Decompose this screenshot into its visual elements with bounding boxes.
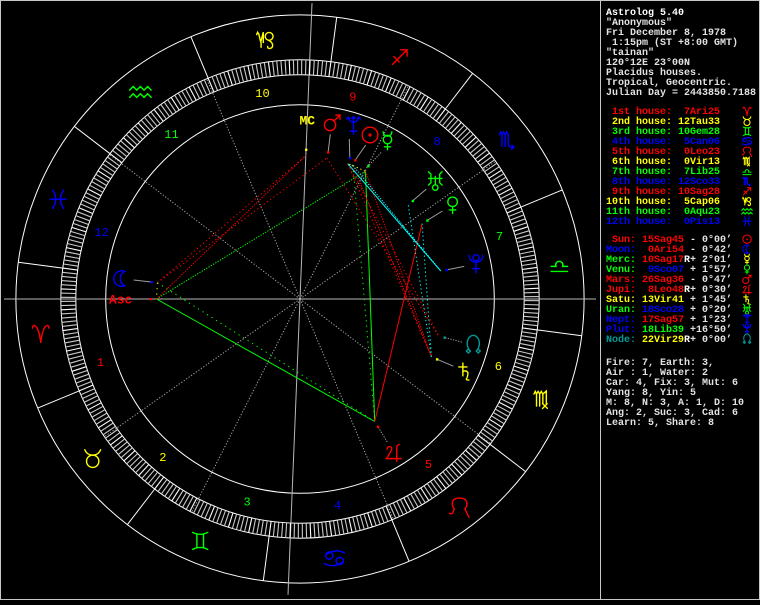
svg-text:Julian Day = 2443850.7188: Julian Day = 2443850.7188 xyxy=(606,87,756,99)
svg-text:22Vir29: 22Vir29 xyxy=(642,334,684,346)
svg-text:8: 8 xyxy=(433,135,440,149)
svg-text:5: 5 xyxy=(425,458,432,472)
svg-text:2: 2 xyxy=(159,451,166,465)
svg-text:7: 7 xyxy=(496,230,503,244)
svg-text:MC: MC xyxy=(299,113,315,128)
svg-text:6: 6 xyxy=(495,360,502,374)
svg-text:Node:: Node: xyxy=(606,334,636,346)
svg-text:+ 0°00’: + 0°00’ xyxy=(690,334,732,346)
svg-text:10: 10 xyxy=(255,87,269,101)
svg-text:9: 9 xyxy=(349,91,356,105)
svg-text:Learn: 5, Share: 8: Learn: 5, Share: 8 xyxy=(606,417,714,429)
svg-text:4: 4 xyxy=(334,499,341,513)
svg-text:Asc: Asc xyxy=(109,293,133,308)
svg-text:3: 3 xyxy=(243,496,250,510)
svg-text:12: 12 xyxy=(94,226,108,240)
svg-text:12th house: 0Pis13: 12th house: 0Pis13 xyxy=(606,216,720,228)
svg-text:1: 1 xyxy=(97,356,104,370)
svg-text:11: 11 xyxy=(164,128,178,142)
